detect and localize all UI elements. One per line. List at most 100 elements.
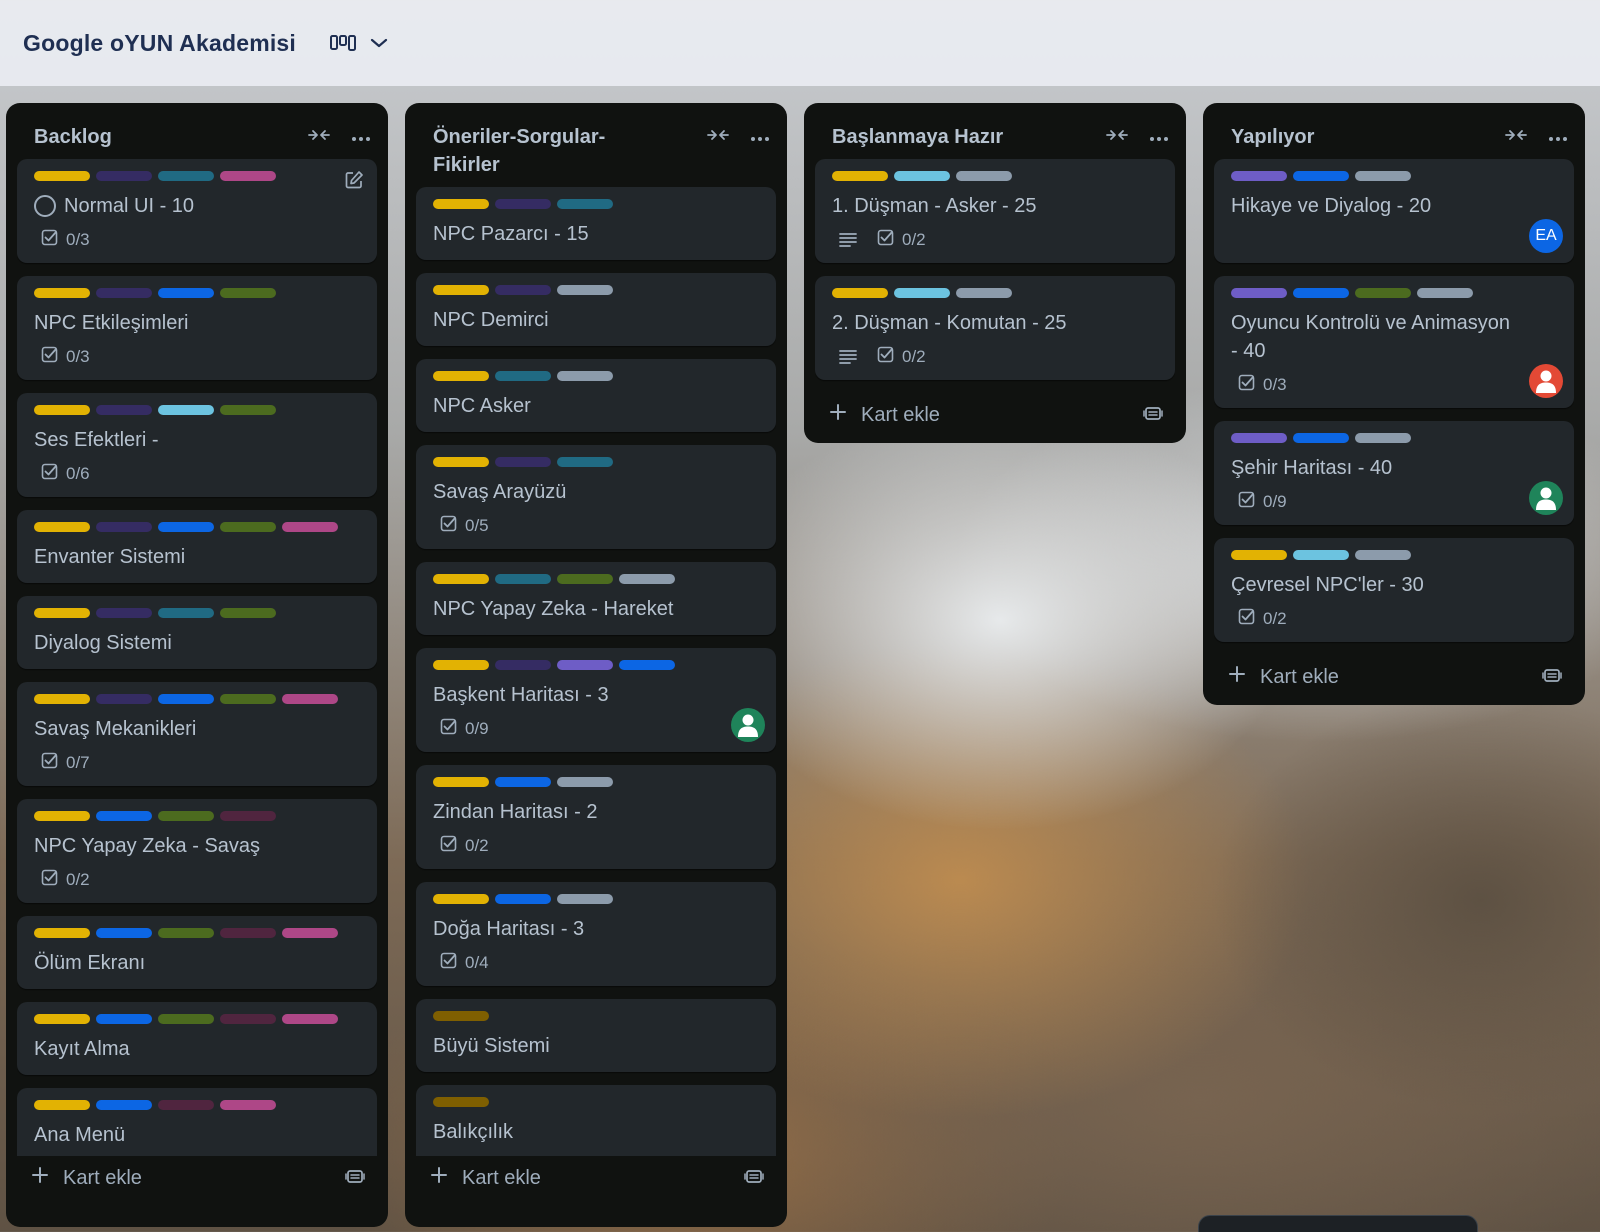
label-green[interactable] — [220, 694, 276, 704]
label-yellow[interactable] — [34, 811, 90, 821]
label-yellow[interactable] — [433, 457, 489, 467]
label-green[interactable] — [557, 574, 613, 584]
card[interactable]: NPC Pazarcı - 15 — [416, 187, 776, 260]
card[interactable]: Balıkçılık — [416, 1085, 776, 1156]
card[interactable]: Ana Menü0/5 — [17, 1088, 377, 1156]
label-olive[interactable] — [433, 1097, 489, 1107]
card[interactable]: Oyuncu Kontrolü ve Animasyon - 40 0/3 — [1214, 276, 1574, 408]
card[interactable]: 1. Düşman - Asker - 25 0/2 — [815, 159, 1175, 263]
chevron-down-icon[interactable] — [370, 37, 388, 49]
label-purple-dark[interactable] — [96, 694, 152, 704]
collapse-list-icon[interactable] — [706, 127, 730, 148]
list-title[interactable]: Backlog — [34, 123, 244, 151]
label-yellow[interactable] — [34, 608, 90, 618]
label-yellow[interactable] — [34, 1100, 90, 1110]
list-title[interactable]: Yapılıyor — [1231, 123, 1441, 151]
card-template-icon[interactable] — [1542, 666, 1562, 689]
label-blue[interactable] — [619, 660, 675, 670]
label-green[interactable] — [158, 928, 214, 938]
label-blue[interactable] — [96, 811, 152, 821]
label-purple-dark[interactable] — [495, 199, 551, 209]
label-blue[interactable] — [96, 928, 152, 938]
card[interactable]: Savaş Mekanikleri 0/7 — [17, 682, 377, 786]
label-yellow[interactable] — [433, 199, 489, 209]
label-yellow[interactable] — [34, 928, 90, 938]
label-teal[interactable] — [557, 199, 613, 209]
card[interactable]: NPC Yapay Zeka - Savaş 0/2 — [17, 799, 377, 903]
collapse-list-icon[interactable] — [1504, 127, 1528, 148]
card[interactable]: Normal UI - 10 0/3 — [17, 159, 377, 263]
label-purple[interactable] — [1231, 433, 1287, 443]
card[interactable]: Hikaye ve Diyalog - 20 EA — [1214, 159, 1574, 263]
label-green[interactable] — [158, 811, 214, 821]
label-magenta[interactable] — [220, 1100, 276, 1110]
add-card-button[interactable]: Kart ekle — [1228, 665, 1339, 689]
card[interactable]: NPC Yapay Zeka - Hareket — [416, 562, 776, 635]
card[interactable]: Diyalog Sistemi — [17, 596, 377, 669]
collapse-list-icon[interactable] — [307, 127, 331, 148]
label-purple-dark[interactable] — [96, 522, 152, 532]
card[interactable]: NPC Asker — [416, 359, 776, 432]
label-olive[interactable] — [433, 1011, 489, 1021]
board-title[interactable]: Google oYUN Akademisi — [23, 30, 296, 57]
label-purple-dark[interactable] — [495, 285, 551, 295]
label-purple[interactable] — [1231, 288, 1287, 298]
card[interactable]: NPC Etkileşimleri 0/3 — [17, 276, 377, 380]
label-blue[interactable] — [96, 1100, 152, 1110]
label-yellow[interactable] — [34, 171, 90, 181]
label-purple-dark[interactable] — [96, 288, 152, 298]
add-card-button[interactable]: Kart ekle — [430, 1166, 541, 1190]
label-blue[interactable] — [158, 288, 214, 298]
label-purple-dark[interactable] — [495, 660, 551, 670]
label-wine[interactable] — [220, 928, 276, 938]
card[interactable]: Ses Efektleri - 0/6 — [17, 393, 377, 497]
label-yellow[interactable] — [433, 285, 489, 295]
label-purple-dark[interactable] — [96, 608, 152, 618]
label-yellow[interactable] — [433, 574, 489, 584]
label-teal[interactable] — [495, 371, 551, 381]
list-title[interactable]: Öneriler-Sorgular-Fikirler — [433, 123, 643, 179]
label-yellow[interactable] — [34, 522, 90, 532]
card[interactable]: NPC Demirci — [416, 273, 776, 346]
add-card-button[interactable]: Kart ekle — [31, 1166, 142, 1190]
more-options-icon[interactable] — [1548, 129, 1568, 147]
label-purple-dark[interactable] — [495, 457, 551, 467]
board-view-icon[interactable] — [330, 34, 357, 52]
card[interactable]: Doğa Haritası - 3 0/4 — [416, 882, 776, 986]
label-green[interactable] — [220, 288, 276, 298]
card[interactable]: Savaş Arayüzü 0/5 — [416, 445, 776, 549]
label-gray[interactable] — [1417, 288, 1473, 298]
label-gray[interactable] — [557, 894, 613, 904]
add-card-button[interactable]: Kart ekle — [829, 403, 940, 427]
label-gray[interactable] — [1355, 433, 1411, 443]
card[interactable]: Çevresel NPC'ler - 30 0/2 — [1214, 538, 1574, 642]
member-avatar[interactable] — [731, 708, 765, 742]
label-purple[interactable] — [1231, 171, 1287, 181]
card[interactable]: Ölüm Ekranı — [17, 916, 377, 989]
label-blue[interactable] — [495, 894, 551, 904]
label-wine[interactable] — [220, 811, 276, 821]
label-yellow[interactable] — [34, 694, 90, 704]
label-gray[interactable] — [956, 171, 1012, 181]
label-green[interactable] — [220, 608, 276, 618]
label-magenta[interactable] — [220, 171, 276, 181]
card[interactable]: Başkent Haritası - 3 0/9 — [416, 648, 776, 752]
complete-circle-icon[interactable] — [34, 195, 56, 217]
label-gray[interactable] — [956, 288, 1012, 298]
label-purple[interactable] — [557, 660, 613, 670]
label-green[interactable] — [1355, 288, 1411, 298]
collapse-list-icon[interactable] — [1105, 127, 1129, 148]
label-green[interactable] — [220, 405, 276, 415]
label-magenta[interactable] — [282, 1014, 338, 1024]
label-teal[interactable] — [158, 171, 214, 181]
edit-icon[interactable] — [344, 170, 364, 195]
label-wine[interactable] — [158, 1100, 214, 1110]
card[interactable]: Kayıt Alma — [17, 1002, 377, 1075]
card[interactable]: 2. Düşman - Komutan - 25 0/2 — [815, 276, 1175, 380]
label-yellow[interactable] — [34, 1014, 90, 1024]
bottom-toolbar[interactable] — [1198, 1215, 1478, 1232]
more-options-icon[interactable] — [750, 129, 770, 147]
label-yellow[interactable] — [832, 171, 888, 181]
label-yellow[interactable] — [433, 894, 489, 904]
label-gray[interactable] — [619, 574, 675, 584]
